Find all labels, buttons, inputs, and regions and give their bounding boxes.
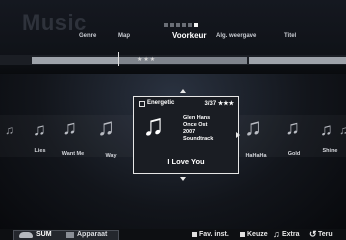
year-label: 2007 — [183, 129, 196, 135]
hint-extra[interactable]: Extra — [282, 231, 300, 238]
tab-map[interactable]: Map — [118, 33, 130, 39]
progress-segment — [249, 57, 346, 64]
progress-rating: ★★★ — [137, 57, 157, 63]
device-icon — [66, 232, 74, 238]
sum-label[interactable]: SUM — [36, 231, 52, 238]
music-note-icon[interactable]: ♫ — [62, 118, 77, 138]
tab-alg-weergave[interactable]: Alg. weergave — [216, 33, 256, 39]
page-dot — [182, 23, 186, 27]
rank-label: 3/37 — [204, 101, 217, 107]
page-dot — [170, 23, 174, 27]
checkbox-icon[interactable] — [139, 101, 145, 107]
up-arrow-icon — [180, 89, 186, 93]
artist-label: Glen Hans — [183, 115, 211, 121]
page-dot — [176, 23, 180, 27]
track-label: Shine — [322, 148, 338, 154]
track-label: Lies — [34, 148, 46, 154]
app-title: Music — [22, 10, 87, 35]
music-note-icon[interactable]: ♫ — [339, 124, 346, 136]
music-note-icon[interactable]: ♫ — [5, 124, 14, 136]
selected-track-panel[interactable]: Energetic 3/37 ★★★ ♫ Glen Hans Once Ost … — [133, 96, 239, 174]
music-note-icon[interactable]: ♫ — [244, 116, 262, 140]
album-label: Once Ost — [183, 122, 208, 128]
music-note-icon[interactable]: ♫ — [33, 121, 46, 138]
page-indicator — [164, 23, 198, 27]
square-icon — [240, 232, 245, 237]
progress-cursor — [118, 52, 119, 66]
track-label: Gold — [287, 151, 301, 157]
genre-label: Soundtrack — [183, 136, 214, 142]
music-note-icon[interactable]: ♫ — [97, 116, 115, 140]
progress-segment — [32, 57, 118, 64]
music-note-icon: ♫ — [142, 109, 165, 142]
return-icon: ↺ — [309, 229, 317, 239]
track-label: HaHaHa — [245, 153, 267, 159]
down-arrow-icon — [180, 177, 186, 181]
star-rating: ★★★ — [217, 101, 234, 107]
music-note-icon: ♫ — [273, 229, 280, 239]
music-browser-screen: Music Genre Map Voorkeur Alg. weergave T… — [0, 0, 346, 240]
music-note-icon[interactable]: ♫ — [320, 121, 333, 138]
category-label: Energetic — [147, 100, 175, 106]
page-dot — [188, 23, 192, 27]
music-note-icon[interactable]: ♫ — [285, 118, 300, 138]
square-icon — [192, 232, 197, 237]
tab-genre[interactable]: Genre — [79, 33, 96, 39]
device-label[interactable]: Apparaat — [77, 231, 107, 238]
page-dot-current — [194, 23, 198, 27]
hint-keuze[interactable]: Keuze — [247, 231, 268, 238]
tab-voorkeur[interactable]: Voorkeur — [172, 31, 207, 40]
page-dot — [164, 23, 168, 27]
right-arrow-icon — [236, 132, 240, 138]
track-label: Way — [105, 153, 117, 159]
rank-rating: 3/37 ★★★ — [205, 100, 235, 107]
hint-terug[interactable]: Teru — [318, 231, 333, 238]
usb-drive-icon — [19, 232, 33, 238]
tab-titel[interactable]: Titel — [284, 33, 296, 39]
hint-fav-inst[interactable]: Fav. inst. — [199, 231, 229, 238]
track-title: I Love You — [167, 157, 205, 166]
track-label: Want Me — [61, 151, 85, 157]
